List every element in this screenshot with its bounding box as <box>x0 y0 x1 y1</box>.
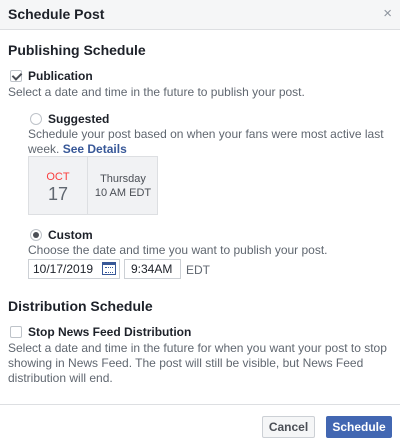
see-details-link[interactable]: See Details <box>63 142 127 156</box>
footer-divider <box>0 404 400 405</box>
timezone-label: EDT <box>186 263 210 277</box>
distribution-help-2: showing in News Feed. The post will stil… <box>8 356 364 370</box>
distribution-schedule-title: Distribution Schedule <box>8 298 153 314</box>
custom-label: Custom <box>48 228 93 242</box>
suggested-help-week: week. <box>28 142 60 156</box>
custom-radio[interactable] <box>30 229 42 241</box>
close-icon[interactable]: × <box>383 5 392 23</box>
suggested-help-text: Schedule your post based on when your fa… <box>28 127 384 141</box>
suggested-label: Suggested <box>48 112 110 126</box>
time-value: 9:34AM <box>131 262 173 276</box>
stop-distribution-label: Stop News Feed Distribution <box>28 325 192 339</box>
cancel-button[interactable]: Cancel <box>262 416 315 438</box>
suggested-weekday: Thursday <box>100 173 146 185</box>
suggested-day: 17 <box>47 184 69 204</box>
stop-distribution-checkbox[interactable] <box>10 326 22 338</box>
calendar-icon[interactable] <box>102 262 116 275</box>
publication-label: Publication <box>28 69 93 83</box>
publication-help-text: Select a date and time in the future to … <box>8 85 305 99</box>
dialog-header: Schedule Post × <box>0 0 400 30</box>
suggested-time-card[interactable]: OCT 17 Thursday 10 AM EDT <box>28 156 158 215</box>
card-divider <box>87 157 88 214</box>
distribution-help-1: Select a date and time in the future for… <box>8 341 387 355</box>
suggested-month: OCT <box>46 171 70 183</box>
dialog-title: Schedule Post <box>8 6 105 22</box>
custom-help-text: Choose the date and time you want to pub… <box>28 243 328 257</box>
suggested-radio[interactable] <box>30 113 42 125</box>
publication-checkbox[interactable] <box>10 70 22 82</box>
publishing-schedule-title: Publishing Schedule <box>8 42 146 58</box>
schedule-button[interactable]: Schedule <box>326 416 392 438</box>
date-value: 10/17/2019 <box>33 262 94 276</box>
distribution-help-3: distribution will end. <box>8 371 113 385</box>
time-input[interactable]: 9:34AM <box>124 259 181 279</box>
suggested-help-text-2: week. See Details <box>28 142 127 157</box>
suggested-time: 10 AM EDT <box>94 187 152 199</box>
